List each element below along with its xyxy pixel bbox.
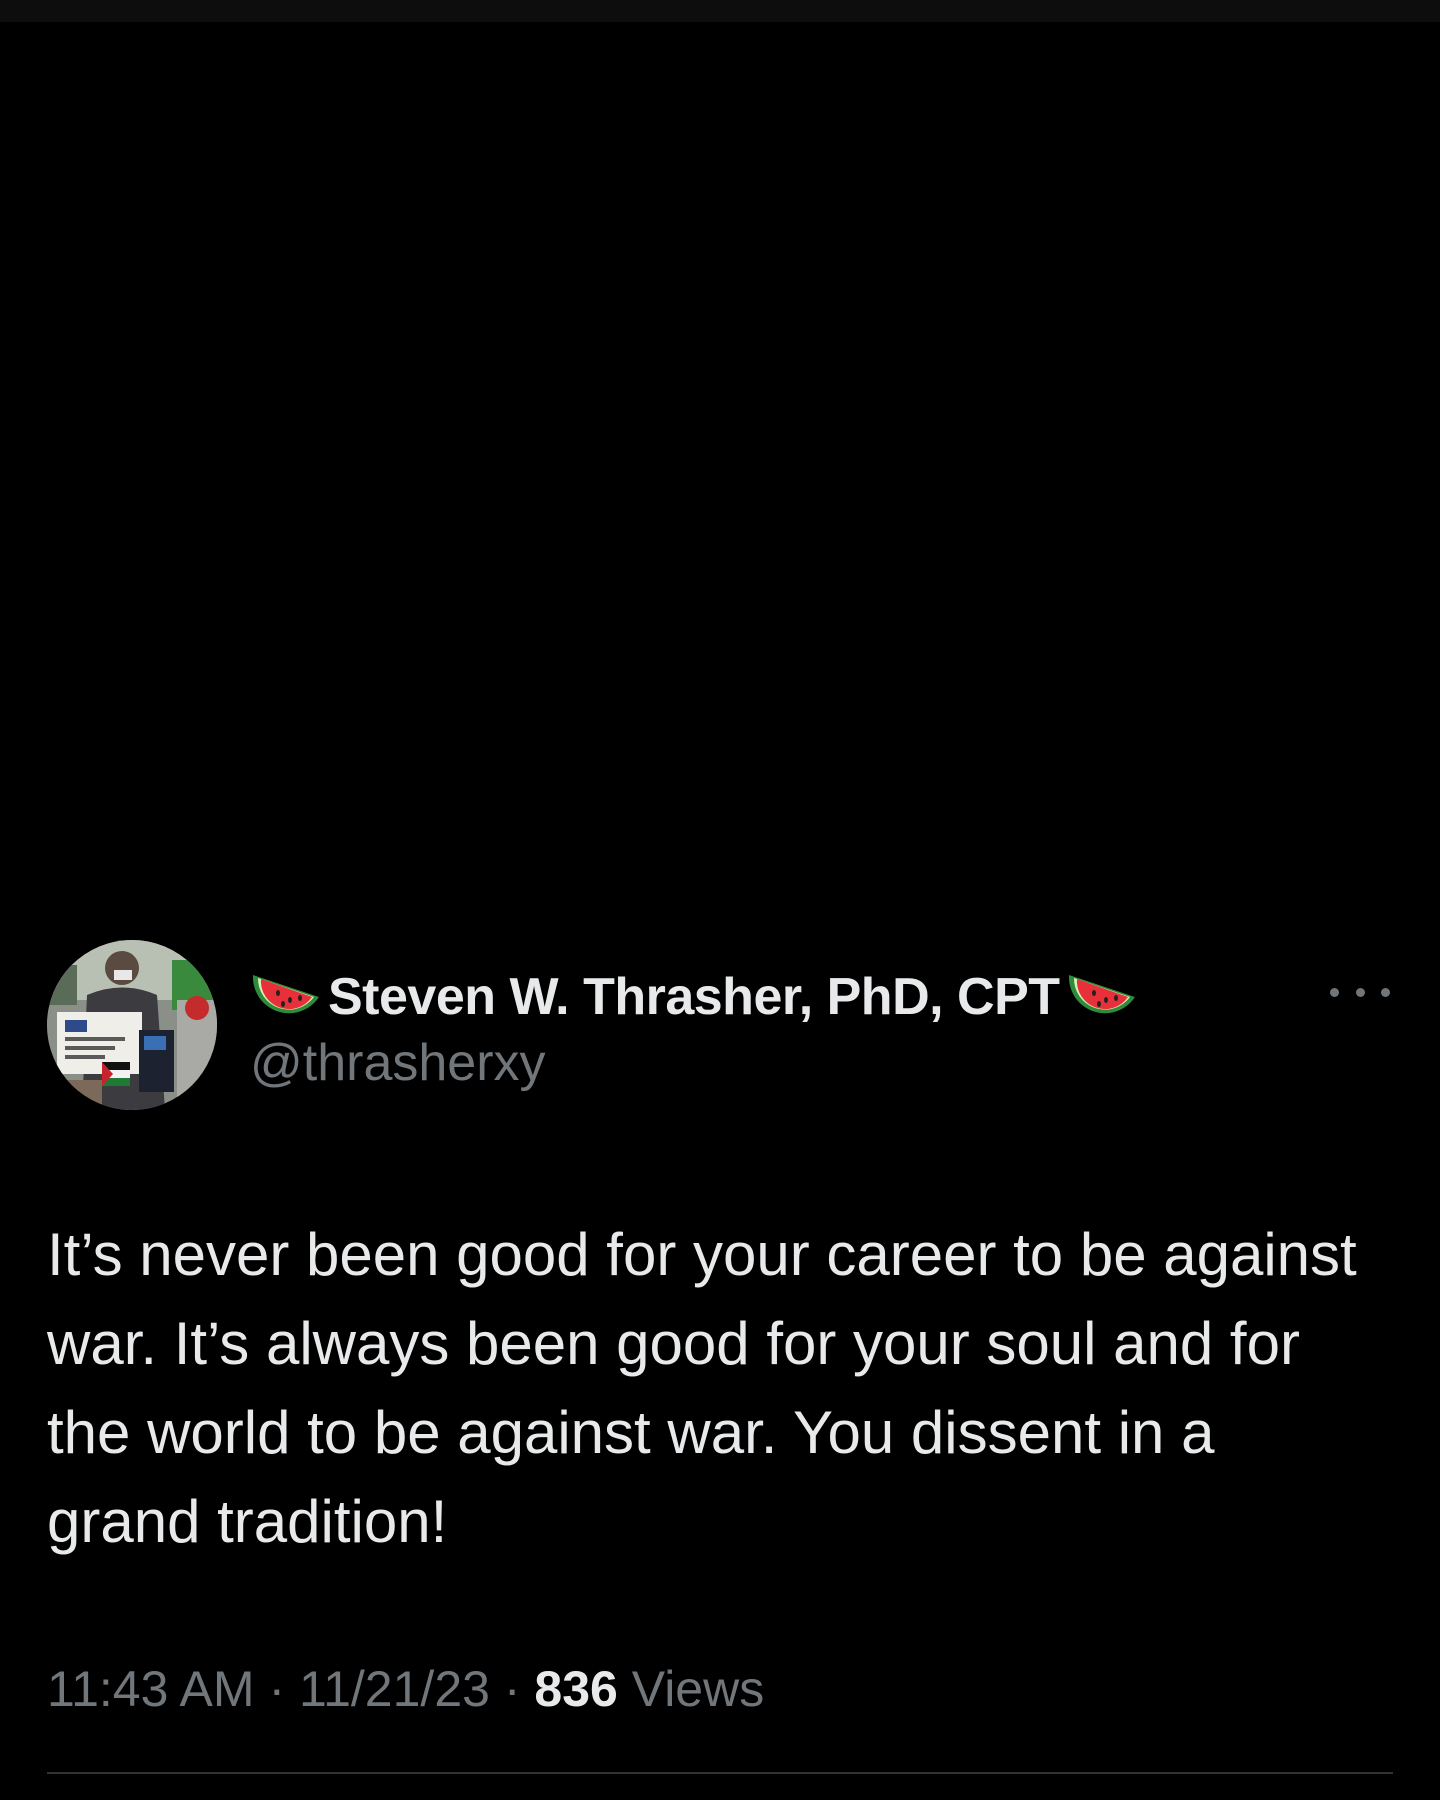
tweet-date[interactable]: 11/21/23 <box>299 1661 490 1717</box>
views-count[interactable]: 836 <box>534 1661 617 1717</box>
tweet-time[interactable]: 11:43 AM <box>47 1661 255 1717</box>
meta-separator: · <box>503 1661 521 1717</box>
divider <box>47 1772 1393 1774</box>
display-name[interactable]: Steven W. Thrasher, PhD, CPT <box>328 967 1060 1027</box>
avatar[interactable] <box>47 940 217 1110</box>
watermelon-icon <box>1068 975 1135 1014</box>
dot <box>1355 987 1365 997</box>
tweet-meta: 11:43 AM · 11/21/23 · 836 Views <box>47 1660 764 1718</box>
views-label[interactable]: Views <box>632 1661 764 1717</box>
dot <box>1330 987 1339 997</box>
user-handle[interactable]: @thrasherxy <box>250 1033 546 1093</box>
watermelon-icon <box>252 975 319 1014</box>
more-options-icon[interactable] <box>1330 980 1390 1004</box>
dot <box>1381 987 1390 997</box>
tweet: Steven W. Thrasher, PhD, CPT @thrasherxy… <box>0 940 1440 1800</box>
tweet-text: It’s never been good for your career to … <box>47 1221 1357 1555</box>
meta-separator: · <box>268 1661 286 1717</box>
status-bar <box>0 0 1440 22</box>
display-name-row[interactable]: Steven W. Thrasher, PhD, CPT <box>250 962 1138 1032</box>
